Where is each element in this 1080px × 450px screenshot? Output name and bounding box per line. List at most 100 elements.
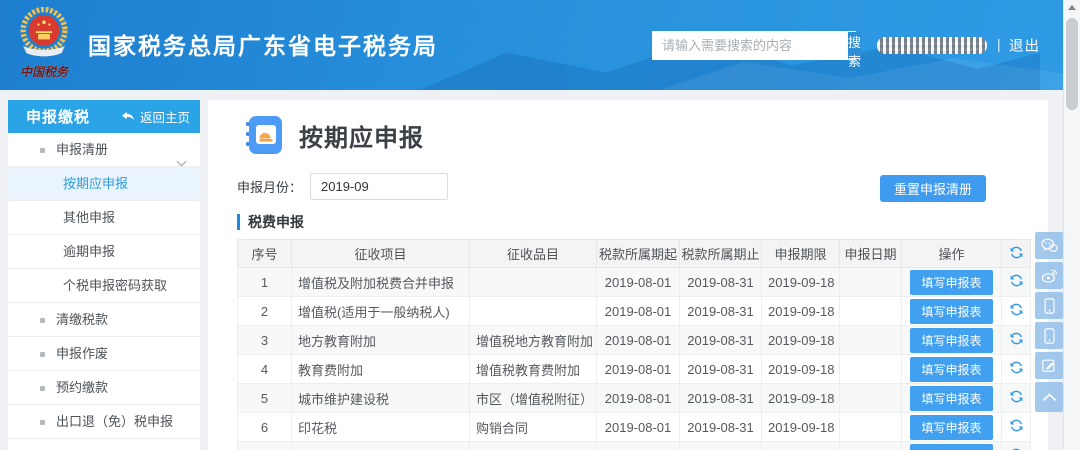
table-row: 6印花税购销合同2019-08-012019-08-312019-09-18填写… <box>238 413 1031 442</box>
cell-no: 6 <box>238 413 292 442</box>
fill-form-button[interactable]: 填写申报表 <box>910 415 992 440</box>
cell-refresh <box>1002 413 1031 442</box>
column-header: 申报日期 <box>840 240 902 268</box>
cell-period-end: 2019-08-31 <box>680 268 762 297</box>
fill-form-button[interactable]: 填写申报表 <box>910 270 992 295</box>
sidebar-item[interactable]: 出口退（免）税申报 <box>8 405 200 439</box>
cell-project: 教育费附加 <box>292 355 470 384</box>
cell-item: 增值税地方教育附加 <box>470 326 597 355</box>
column-header: 税款所属期止 <box>680 240 762 268</box>
app-header: 中国税务 国家税务总局广东省电子税务局 搜索 | 退出 <box>0 0 1080 90</box>
scrollbar-thumb[interactable] <box>1066 18 1078 110</box>
cell-item: 购销合同 <box>470 413 597 442</box>
sidebar-item-label: 逾期申报 <box>63 244 115 259</box>
cell-no: 1 <box>238 268 292 297</box>
cell-declare-date <box>840 384 902 413</box>
cell-period-start: 2019-08-01 <box>597 268 680 297</box>
refresh-icon[interactable] <box>1009 273 1024 288</box>
cell-refresh <box>1002 297 1031 326</box>
cell-project: 增值税(适用于一般纳税人) <box>292 297 470 326</box>
back-home-link[interactable]: 返回主页 <box>121 107 190 126</box>
cell-project: 地方教育附加 <box>292 326 470 355</box>
sidebar-item[interactable]: 预约缴款 <box>8 371 200 405</box>
cell-declare-date <box>840 297 902 326</box>
cell-refresh <box>1002 384 1031 413</box>
site-title: 国家税务总局广东省电子税务局 <box>88 27 438 61</box>
logo-caption: 中国税务 <box>10 63 78 80</box>
mobile-app-icon[interactable] <box>1035 292 1063 319</box>
column-header: 申报期限 <box>762 240 840 268</box>
cell-period-start: 2019-08-01 <box>597 413 680 442</box>
cell-deadline: 2019-09-18 <box>762 413 840 442</box>
scrollbar-up-arrow-icon[interactable] <box>1064 0 1080 16</box>
refresh-icon[interactable] <box>1009 331 1024 346</box>
cell-no: 3 <box>238 326 292 355</box>
cell-no: 7 <box>238 442 292 450</box>
sidebar-item[interactable]: 清缴税款 <box>8 303 200 337</box>
refresh-icon[interactable] <box>1009 245 1024 260</box>
sidebar-item-label: 按期应申报 <box>63 176 128 191</box>
month-label: 申报月份： <box>237 177 302 196</box>
sidebar-item[interactable]: 逾期申报 <box>8 235 200 269</box>
fill-form-button[interactable]: 填写申报表 <box>910 357 992 382</box>
sidebar-title: 申报缴税 <box>26 106 90 127</box>
fill-form-button[interactable]: 填写申报表 <box>910 444 992 450</box>
sidebar-item[interactable]: 个税申报密码获取 <box>8 269 200 303</box>
cell-deadline: 2019-09-18 <box>762 442 840 450</box>
reset-declaration-button[interactable]: 重置申报清册 <box>880 175 986 202</box>
cell-period-start: 2019-08-01 <box>597 297 680 326</box>
floating-toolbar <box>1035 232 1063 412</box>
cell-period-start: 2019-08-01 <box>597 355 680 384</box>
refresh-icon[interactable] <box>1009 360 1024 375</box>
page-scrollbar[interactable] <box>1063 0 1080 450</box>
logout-link[interactable]: 退出 <box>1009 35 1040 56</box>
cell-period-start: 2019-08-01 <box>597 384 680 413</box>
cell-action: 填写申报表 <box>902 326 1002 355</box>
table-row: 1增值税及附加税费合并申报 2019-08-012019-08-312019-09… <box>238 268 1031 297</box>
search-input[interactable] <box>653 32 847 59</box>
fill-form-button[interactable]: 填写申报表 <box>910 328 992 353</box>
sidebar: 申报缴税 返回主页 申报清册按期应申报其他申报逾期申报个税申报密码获取清缴税款申… <box>8 100 200 450</box>
fill-form-button[interactable]: 填写申报表 <box>910 299 992 324</box>
search-button[interactable]: 搜索 <box>847 32 861 59</box>
sidebar-item[interactable]: 按期应申报 <box>8 167 200 201</box>
cell-project: 增值税及附加税费合并申报 <box>292 268 470 297</box>
back-to-top-icon[interactable] <box>1035 382 1063 412</box>
mobile-app-2-icon[interactable] <box>1035 322 1063 349</box>
weibo-icon[interactable] <box>1035 262 1063 289</box>
refresh-icon[interactable] <box>1009 302 1024 317</box>
cell-declare-date <box>840 442 902 450</box>
page-header: 按期应申报 <box>242 113 424 157</box>
cell-deadline: 2019-09-18 <box>762 326 840 355</box>
tax-declaration-table: 序号征收项目征收品目税款所属期起税款所属期止申报期限申报日期操作 1增值税及附加… <box>237 239 1030 450</box>
fill-form-button[interactable]: 填写申报表 <box>910 386 992 411</box>
main-panel: 按期应申报 申报月份： 重置申报清册 税费申报 序号征收项目征收品目税款所属期起… <box>208 100 1048 450</box>
cell-item <box>470 268 597 297</box>
cell-item <box>470 297 597 326</box>
survey-icon[interactable] <box>1035 352 1063 379</box>
cell-declare-date <box>840 326 902 355</box>
refresh-icon[interactable] <box>1009 418 1024 433</box>
sidebar-item[interactable]: 其他申报 <box>8 201 200 235</box>
refresh-icon[interactable] <box>1009 389 1024 404</box>
cell-declare-date <box>840 268 902 297</box>
cell-deadline: 2019-09-18 <box>762 297 840 326</box>
declaration-book-icon <box>242 113 286 157</box>
wechat-icon[interactable] <box>1035 232 1063 259</box>
cell-refresh <box>1002 326 1031 355</box>
cell-declare-date <box>840 355 902 384</box>
cell-declare-date <box>840 413 902 442</box>
back-home-label: 返回主页 <box>140 107 190 126</box>
cell-deadline: 2019-09-18 <box>762 384 840 413</box>
sidebar-item-label: 清缴税款 <box>56 312 108 327</box>
cell-no: 5 <box>238 384 292 413</box>
month-input[interactable] <box>310 173 448 200</box>
sidebar-item-label: 出口退（免）税申报 <box>56 414 173 429</box>
cell-action: 填写申报表 <box>902 297 1002 326</box>
sidebar-item[interactable]: 申报作废 <box>8 337 200 371</box>
column-header: 税款所属期起 <box>597 240 680 268</box>
cell-deadline: 2019-09-18 <box>762 268 840 297</box>
column-header: 操作 <box>902 240 1002 268</box>
user-divider: | <box>997 36 1001 52</box>
sidebar-item[interactable]: 申报清册 <box>8 133 200 167</box>
